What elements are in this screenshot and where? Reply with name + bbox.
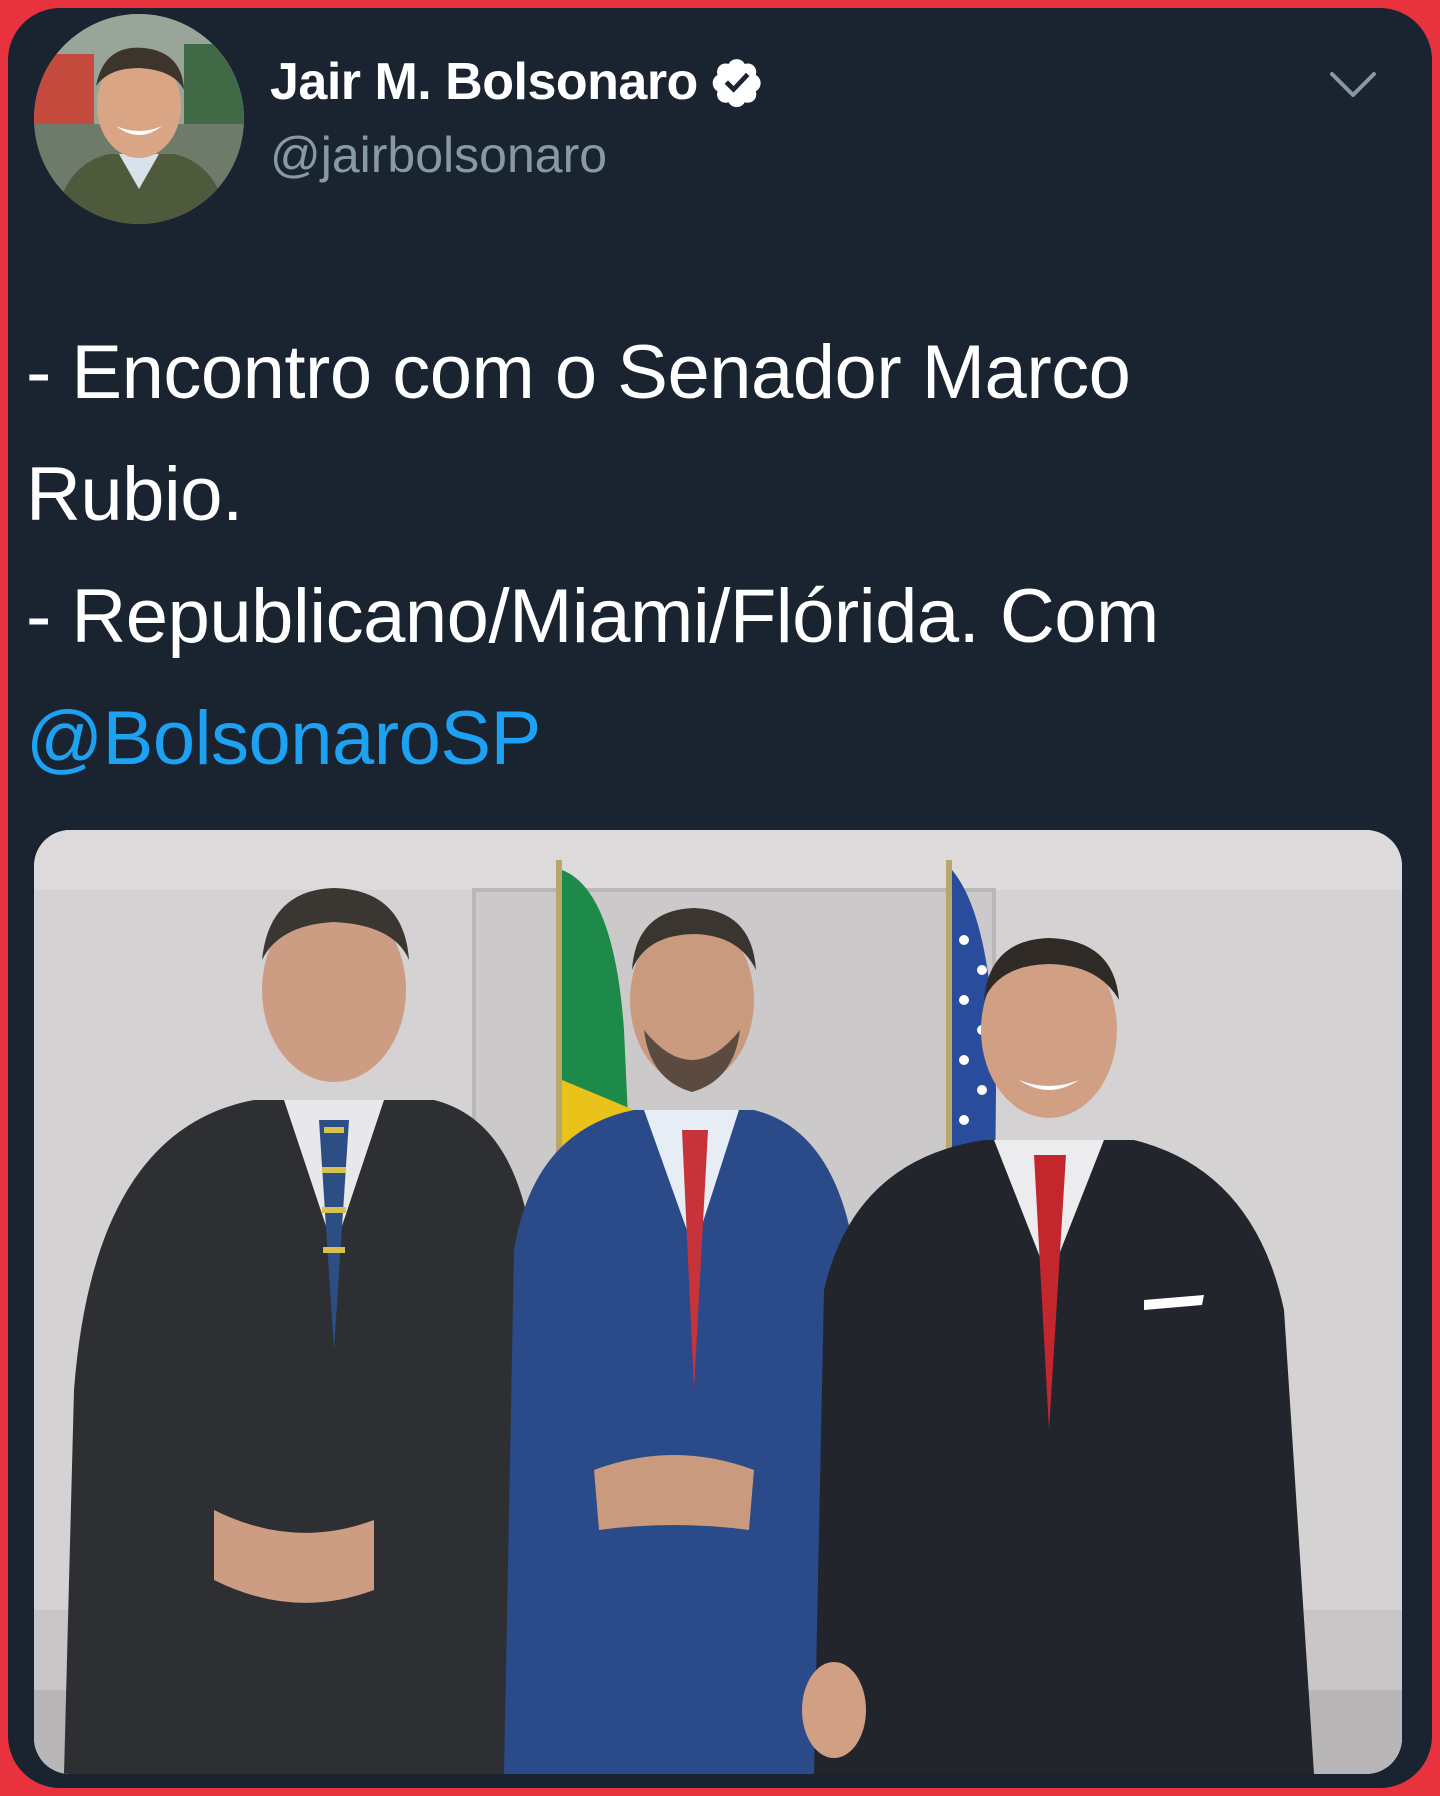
mention-link[interactable]: @BolsonaroSP	[26, 678, 1416, 800]
author-name-row[interactable]: Jair M. Bolsonaro	[270, 52, 764, 112]
author-handle[interactable]: @jairbolsonaro	[270, 126, 607, 184]
tweet-text-line: Rubio.	[26, 452, 243, 537]
verified-badge-icon	[710, 55, 764, 109]
avatar-photo	[34, 14, 244, 224]
tweet-text: - Encontro com o Senador Marco Rubio. - …	[26, 312, 1416, 800]
author-display-name[interactable]: Jair M. Bolsonaro	[270, 52, 698, 112]
tweet-text-line: - Republicano/Miami/Flórida. Com	[26, 574, 1159, 659]
tweet-card: Jair M. Bolsonaro @jairbolsonaro - Encon…	[8, 8, 1432, 1788]
photo-image	[34, 830, 1402, 1774]
chevron-down-icon[interactable]	[1326, 66, 1380, 104]
tweet-text-line: - Encontro com o Senador Marco	[26, 330, 1131, 415]
author-avatar[interactable]	[34, 14, 244, 224]
tweet-photo[interactable]	[34, 830, 1402, 1774]
